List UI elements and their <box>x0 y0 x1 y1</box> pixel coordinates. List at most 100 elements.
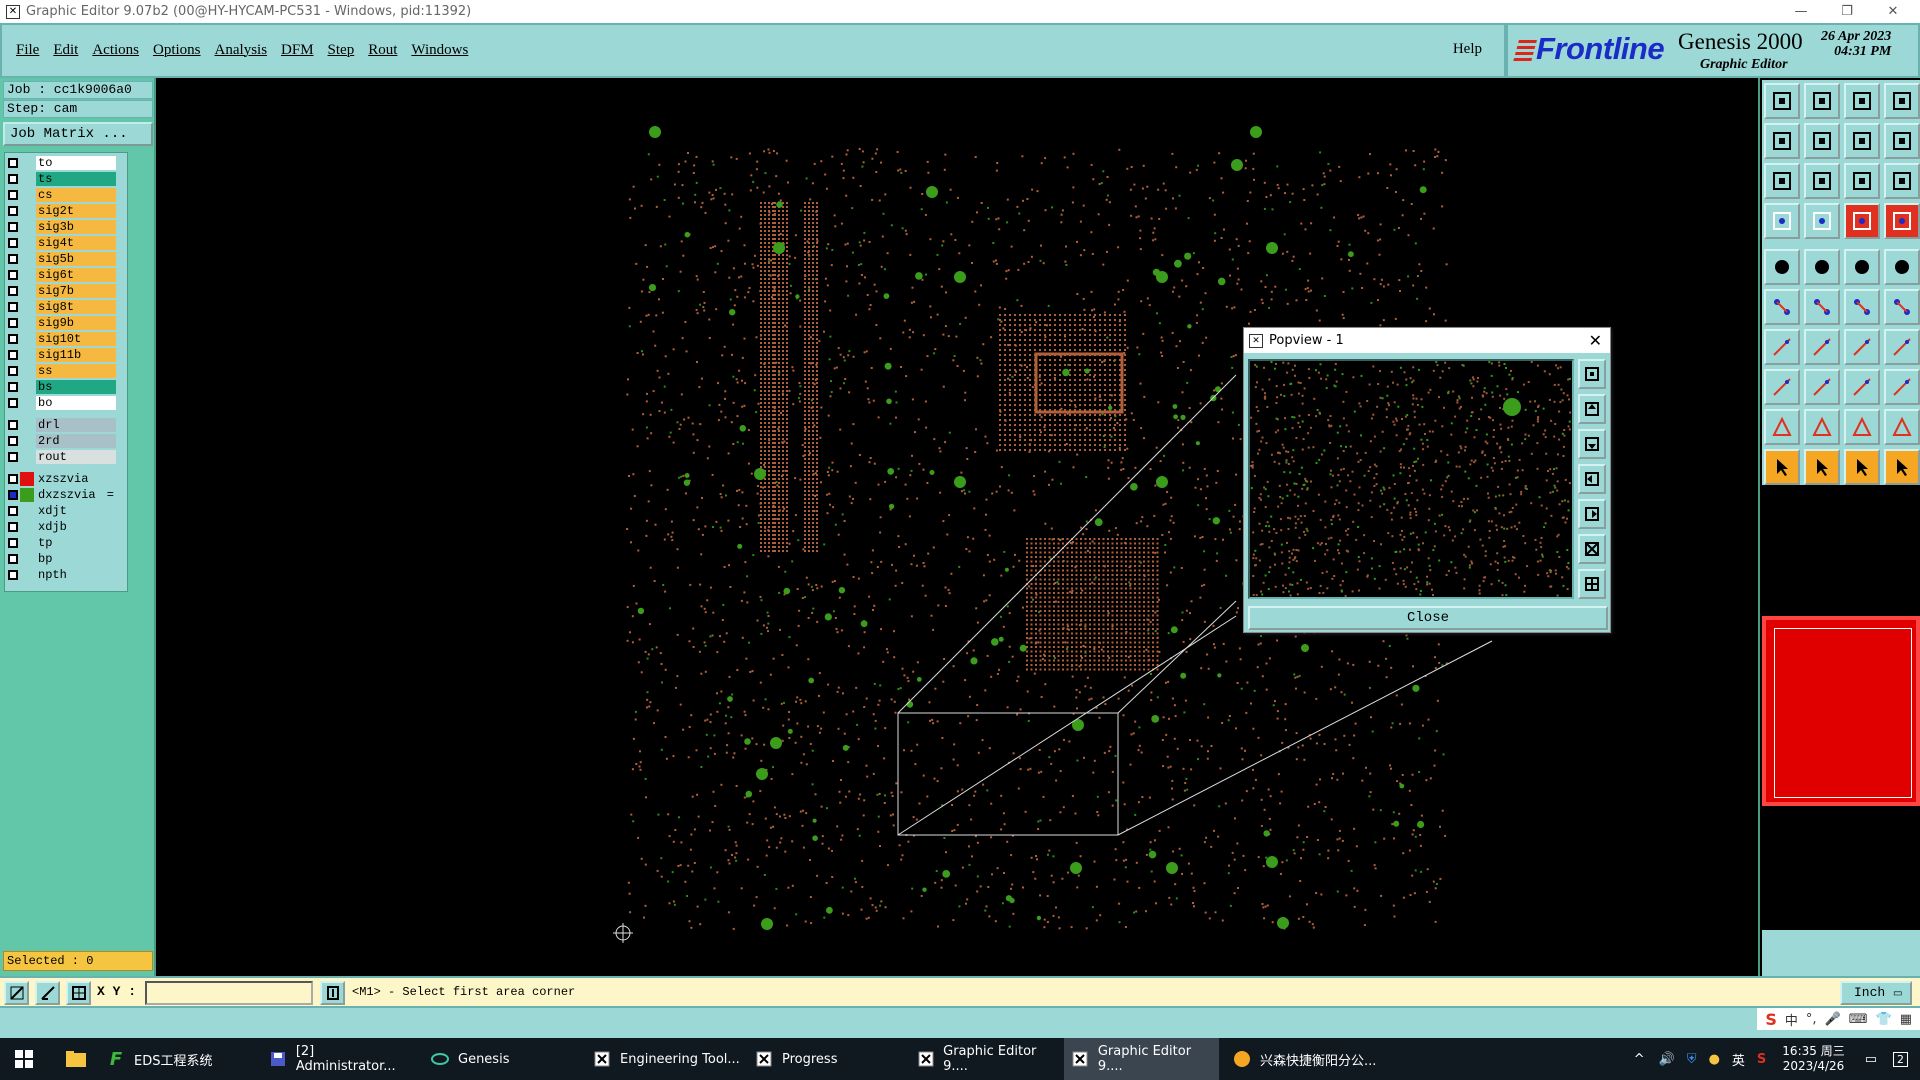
layer-checkbox[interactable] <box>8 420 18 430</box>
layer-row-bo[interactable]: bo <box>8 395 127 411</box>
layer-name[interactable]: to <box>36 156 116 170</box>
restore-icon[interactable]: ❐ <box>1824 0 1870 23</box>
menu-dfm[interactable]: DFM <box>281 42 314 59</box>
layer-checkbox[interactable] <box>8 382 18 392</box>
layer-row-sig4t[interactable]: sig4t <box>8 235 127 251</box>
pointer-red-icon[interactable] <box>1804 449 1840 485</box>
layer-name[interactable]: bo <box>36 396 116 410</box>
mic-icon[interactable]: 🎤 <box>1825 1012 1841 1027</box>
layer-checkbox[interactable] <box>8 318 18 328</box>
zoom-fit-icon[interactable] <box>1764 163 1800 199</box>
layer-row-bs[interactable]: bs <box>8 379 127 395</box>
layer-row-cs[interactable]: cs <box>8 187 127 203</box>
grid-menu-icon[interactable]: ▦ <box>1900 1012 1912 1027</box>
grid-view-icon[interactable] <box>1804 203 1840 239</box>
shield-icon[interactable]: ⛨ <box>1687 1052 1697 1067</box>
menu-step[interactable]: Step <box>328 42 355 59</box>
layer-name[interactable]: sig9b <box>36 316 116 330</box>
popview-close-button[interactable]: Close <box>1248 606 1608 630</box>
layer-color-swatch[interactable] <box>20 204 34 218</box>
minimize-icon[interactable]: — <box>1778 0 1824 23</box>
taskbar-item[interactable]: Graphic Editor 9.... <box>1064 1038 1219 1080</box>
layer-checkbox[interactable] <box>8 522 18 532</box>
layer-color-swatch[interactable] <box>20 348 34 362</box>
slash-icon[interactable] <box>1804 329 1840 365</box>
layer-row-sig10t[interactable]: sig10t <box>8 331 127 347</box>
layer-color-swatch[interactable] <box>20 450 34 464</box>
arc-icon[interactable] <box>1844 329 1880 365</box>
layer-name[interactable]: xdjt <box>36 504 116 518</box>
move-down-icon[interactable] <box>1804 83 1840 119</box>
grid-icon[interactable] <box>66 981 91 1005</box>
layer-checkbox[interactable] <box>8 222 18 232</box>
layer-name[interactable]: sig8t <box>36 300 116 314</box>
close-window-icon[interactable]: ✕ <box>1870 0 1916 23</box>
layer-row-sig5b[interactable]: sig5b <box>8 251 127 267</box>
layer-checkbox[interactable] <box>8 270 18 280</box>
ime-tray-icon[interactable]: ● <box>1709 1052 1720 1067</box>
layer-color-swatch[interactable] <box>20 236 34 250</box>
popview-zoom-in-icon[interactable] <box>1578 534 1606 564</box>
layer-checkbox[interactable] <box>8 286 18 296</box>
layer-row-2rd[interactable]: 2rd <box>8 433 127 449</box>
menu-file[interactable]: File <box>16 42 39 59</box>
layer-color-swatch[interactable] <box>20 364 34 378</box>
layer-checkbox[interactable] <box>8 490 18 500</box>
layer-name[interactable]: bs <box>36 380 116 394</box>
layer-name[interactable]: dxzszvia = <box>36 488 116 502</box>
layer-row-sig3b[interactable]: sig3b <box>8 219 127 235</box>
split-icon[interactable] <box>1884 123 1920 159</box>
sogou-icon[interactable]: S <box>1765 1010 1777 1029</box>
triangle-c-icon[interactable] <box>1844 409 1880 445</box>
move-up-icon[interactable] <box>1764 83 1800 119</box>
pointer-group-icon[interactable] <box>1884 449 1920 485</box>
taskbar-item[interactable]: Progress <box>748 1038 903 1080</box>
draw-line-icon[interactable] <box>1764 329 1800 365</box>
taskbar-item[interactable]: F EDS工程系统 <box>100 1038 255 1080</box>
layer-name[interactable]: cs <box>36 188 116 202</box>
layer-row-to[interactable]: to <box>8 155 127 171</box>
layer-checkbox[interactable] <box>8 174 18 184</box>
layer-color-swatch[interactable] <box>20 172 34 186</box>
layer-row-dxzszvia[interactable]: dxzszvia = <box>8 487 127 503</box>
popview-pan-down-icon[interactable] <box>1578 429 1606 459</box>
layer-checkbox[interactable] <box>8 452 18 462</box>
move-left-icon[interactable] <box>1764 123 1800 159</box>
layer-color-swatch[interactable] <box>20 316 34 330</box>
pad-icon[interactable] <box>1764 249 1800 285</box>
layer-checkbox[interactable] <box>8 398 18 408</box>
layer-row-sig7b[interactable]: sig7b <box>8 283 127 299</box>
layer-checkbox[interactable] <box>8 254 18 264</box>
blue-pad-icon[interactable] <box>1884 369 1920 405</box>
triangle-d-icon[interactable] <box>1884 409 1920 445</box>
notification-icon[interactable]: 2 <box>1893 1051 1908 1067</box>
connect-icon[interactable] <box>1764 289 1800 325</box>
node-b-icon[interactable] <box>1884 289 1920 325</box>
popview-zoom-home-icon[interactable] <box>1578 359 1606 389</box>
layer-name[interactable]: sig2t <box>36 204 116 218</box>
layer-name[interactable]: sig11b <box>36 348 116 362</box>
popview-zoom-out-icon[interactable] <box>1578 569 1606 599</box>
layer-row-xdjt[interactable]: xdjt <box>8 503 127 519</box>
layer-checkbox[interactable] <box>8 570 18 580</box>
menu-options[interactable]: Options <box>153 42 201 59</box>
chevron-up-icon[interactable]: ^ <box>1634 1052 1645 1067</box>
popview-close-icon[interactable]: ✕ <box>1589 331 1602 350</box>
layer-row-xdjb[interactable]: xdjb <box>8 519 127 535</box>
layer-checkbox[interactable] <box>8 302 18 312</box>
layer-name[interactable]: ts <box>36 172 116 186</box>
taskbar-item[interactable]: [2] Administrator... <box>262 1038 417 1080</box>
layer-row-xzszvia[interactable]: xzszvia <box>8 471 127 487</box>
layer-color-swatch[interactable] <box>20 520 34 534</box>
help-icon[interactable] <box>1884 163 1920 199</box>
layer-color-swatch[interactable] <box>20 380 34 394</box>
clear-icon[interactable] <box>1764 203 1800 239</box>
job-matrix-button[interactable]: Job Matrix ... <box>3 122 153 146</box>
layer-row-npth[interactable]: npth <box>8 567 127 583</box>
popview-canvas[interactable] <box>1248 359 1574 599</box>
layer-name[interactable]: xdjb <box>36 520 116 534</box>
start-button[interactable] <box>0 1038 48 1080</box>
layer-name[interactable]: xzszvia <box>36 472 116 486</box>
layer-color-swatch[interactable] <box>20 536 34 550</box>
layer-row-sig8t[interactable]: sig8t <box>8 299 127 315</box>
